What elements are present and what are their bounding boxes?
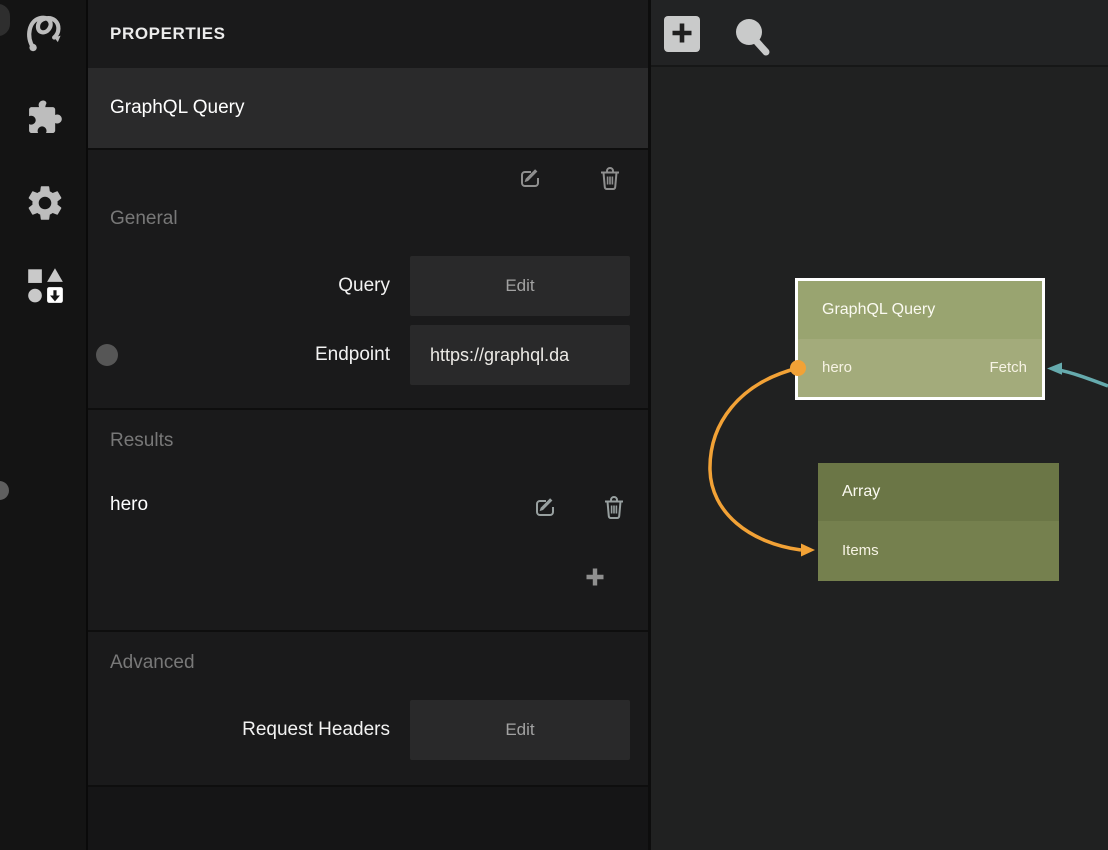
sidebar-item-settings[interactable]	[22, 182, 68, 228]
query-row: Query Edit	[88, 256, 648, 316]
result-item-row: hero	[88, 494, 648, 524]
request-headers-row: Request Headers Edit	[88, 700, 648, 760]
add-node-icon	[669, 20, 695, 49]
section-title-advanced: Advanced	[110, 652, 195, 674]
request-headers-edit-button[interactable]: Edit	[410, 700, 630, 760]
node-ports: hero Fetch	[798, 339, 1042, 397]
trash-icon	[597, 179, 623, 196]
selected-node-row: GraphQL Query	[88, 68, 648, 148]
sidebar	[0, 0, 88, 850]
section-title-general: General	[110, 208, 178, 230]
trash-icon	[601, 508, 627, 525]
components-icon	[24, 263, 66, 310]
query-edit-button[interactable]: Edit	[410, 256, 630, 316]
section-divider	[88, 148, 648, 150]
result-item-label: hero	[110, 494, 148, 516]
properties-footer	[88, 787, 648, 850]
sidebar-item-nodes[interactable]	[22, 11, 68, 57]
gear-icon	[24, 182, 66, 229]
port-fetch[interactable]: Fetch	[989, 339, 1027, 397]
node-title: GraphQL Query	[798, 281, 1042, 339]
puzzle-icon	[24, 98, 66, 145]
search-icon	[731, 44, 773, 59]
query-label: Query	[88, 256, 390, 316]
port-hero[interactable]: hero	[822, 339, 852, 397]
add-result-button[interactable]	[584, 566, 606, 593]
edit-icon	[531, 508, 559, 525]
canvas-search-button[interactable]	[731, 12, 773, 56]
plus-icon	[584, 575, 606, 592]
section-divider	[88, 408, 648, 410]
rename-result-button[interactable]	[531, 493, 559, 526]
rename-node-button[interactable]	[516, 164, 544, 197]
canvas-toolbar	[651, 0, 1108, 67]
connection-wires	[651, 0, 1108, 850]
delete-result-button[interactable]	[601, 494, 627, 526]
properties-panel: PROPERTIES GraphQL Query Gene	[88, 0, 648, 850]
endpoint-row: Endpoint https://graphql.da	[88, 325, 648, 385]
endpoint-label: Endpoint	[88, 325, 390, 385]
sidebar-item-plugins[interactable]	[22, 98, 68, 144]
node-ports: Items	[818, 521, 1059, 581]
add-node-button[interactable]	[664, 16, 700, 52]
connection-to-fetch	[1047, 363, 1108, 387]
delete-node-button[interactable]	[597, 165, 623, 197]
endpoint-input[interactable]: https://graphql.da	[410, 325, 630, 385]
node-array[interactable]: Array Items	[818, 463, 1059, 581]
node-graphql-query[interactable]: GraphQL Query hero Fetch	[795, 278, 1045, 400]
node-title: Array	[818, 463, 1059, 521]
properties-panel-title: PROPERTIES	[88, 0, 648, 68]
port-items[interactable]: Items	[842, 521, 879, 581]
edit-icon	[516, 179, 544, 196]
section-title-results: Results	[110, 430, 173, 452]
node-canvas[interactable]: GraphQL Query hero Fetch Array Items	[651, 0, 1108, 850]
request-headers-label: Request Headers	[88, 700, 390, 760]
panel-divider[interactable]	[648, 0, 651, 850]
noodl-logo-icon	[23, 9, 67, 60]
section-divider	[88, 630, 648, 632]
selected-node-title: GraphQL Query	[110, 68, 244, 148]
sidebar-item-components[interactable]	[22, 263, 68, 309]
